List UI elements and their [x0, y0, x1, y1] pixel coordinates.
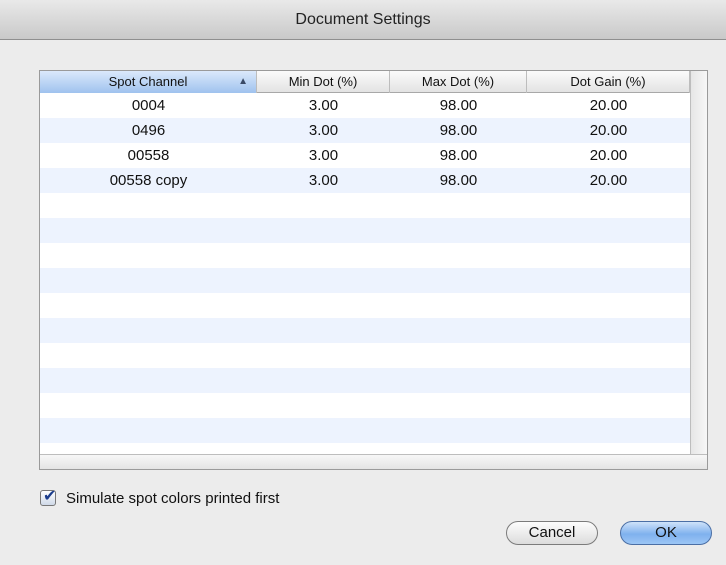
- sort-ascending-icon: ▲: [238, 76, 248, 87]
- cell-min-dot: 3.00: [308, 122, 339, 139]
- table-header: Spot Channel ▲ Min Dot (%) Max Dot (%) D…: [40, 71, 690, 93]
- horizontal-scrollbar[interactable]: [40, 454, 707, 469]
- window-title: Document Settings: [0, 0, 726, 40]
- cell-dot-gain: 20.00: [589, 97, 628, 114]
- column-header-label: Spot Channel: [108, 74, 188, 89]
- vertical-scrollbar[interactable]: [690, 71, 707, 454]
- simulate-spot-colors-checkbox[interactable]: ✔: [40, 488, 57, 506]
- cell-spot-channel: 0004: [131, 97, 166, 114]
- cell-max-dot: 98.00: [439, 147, 478, 164]
- cancel-button[interactable]: Cancel: [506, 521, 598, 545]
- table-row[interactable]: 0004 3.00 98.00 20.00: [40, 93, 690, 118]
- cell-spot-channel: 0496: [131, 122, 166, 139]
- simulate-spot-colors-option[interactable]: ✔ Simulate spot colors printed first: [40, 488, 279, 507]
- document-settings-dialog: Document Settings Spot Channel ▲ Min Dot…: [0, 0, 726, 565]
- ok-button[interactable]: OK: [620, 521, 712, 545]
- simulate-spot-colors-label[interactable]: Simulate spot colors printed first: [66, 490, 279, 507]
- cell-dot-gain: 20.00: [589, 122, 628, 139]
- column-header-spot-channel[interactable]: Spot Channel ▲: [40, 71, 257, 93]
- cell-dot-gain: 20.00: [589, 172, 628, 189]
- cell-spot-channel: 00558: [127, 147, 170, 164]
- table-body: 0004 3.00 98.00 20.00 0496 3.00 98.00 20…: [40, 93, 690, 454]
- column-header-min-dot[interactable]: Min Dot (%): [257, 71, 390, 93]
- cell-max-dot: 98.00: [439, 97, 478, 114]
- cell-min-dot: 3.00: [308, 147, 339, 164]
- column-header-dot-gain[interactable]: Dot Gain (%): [527, 71, 690, 93]
- table-row[interactable]: 00558 copy 3.00 98.00 20.00: [40, 168, 690, 193]
- checkmark-icon: ✔: [43, 488, 57, 505]
- cell-min-dot: 3.00: [308, 97, 339, 114]
- column-header-max-dot[interactable]: Max Dot (%): [390, 71, 527, 93]
- cell-max-dot: 98.00: [439, 122, 478, 139]
- cell-spot-channel: 00558 copy: [109, 172, 188, 189]
- cell-min-dot: 3.00: [308, 172, 339, 189]
- table-row[interactable]: 0496 3.00 98.00 20.00: [40, 118, 690, 143]
- cell-max-dot: 98.00: [439, 172, 478, 189]
- spot-channel-table: Spot Channel ▲ Min Dot (%) Max Dot (%) D…: [39, 70, 708, 470]
- cell-dot-gain: 20.00: [589, 147, 628, 164]
- table-row[interactable]: 00558 3.00 98.00 20.00: [40, 143, 690, 168]
